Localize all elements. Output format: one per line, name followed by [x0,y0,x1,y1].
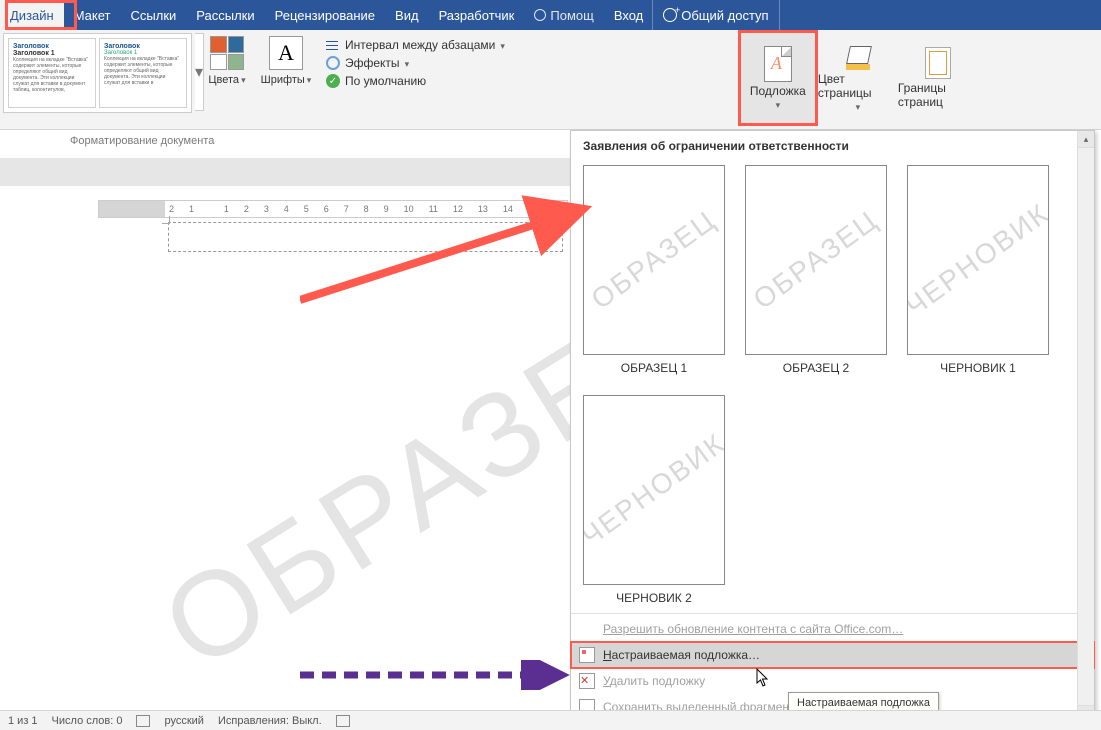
macro-icon[interactable] [336,715,350,727]
status-word-count[interactable]: Число слов: 0 [52,715,123,727]
ribbon: Заголовок Заголовок 1 Коллекция на вклад… [0,30,1101,130]
spellcheck-icon[interactable] [136,715,150,727]
scroll-up[interactable]: ▴ [1078,131,1094,148]
panel-scrollbar[interactable]: ▴ ▾ [1077,131,1094,722]
tab-developer[interactable]: Разработчик [429,0,525,30]
watermark-preset-0[interactable]: ОБРАЗЕЦОБРАЗЕЦ 1 [583,165,725,375]
group-document-formatting: Заголовок Заголовок 1 Коллекция на вклад… [0,30,200,113]
watermark-preset-3[interactable]: ЧЕРНОВИКЧЕРНОВИК 2 [583,395,725,605]
status-language[interactable]: русский [164,715,203,727]
tab-view[interactable]: Вид [385,0,429,30]
tab-review[interactable]: Рецензирование [265,0,385,30]
tab-mailings[interactable]: Рассылки [186,0,264,30]
status-track-changes[interactable]: Исправления: Выкл. [218,715,322,727]
watermark-button[interactable]: A Подложка ▾ [738,30,818,126]
tab-design[interactable]: Дизайн [0,0,64,30]
set-default-button[interactable]: ✓По умолчанию [326,74,505,88]
tab-layout[interactable]: Макет [64,0,121,30]
paragraph-spacing-button[interactable]: Интервал между абзацами [326,38,505,52]
status-bar: 1 из 1 Число слов: 0 русский Исправления… [0,710,1101,730]
status-pages[interactable]: 1 из 1 [8,715,38,727]
group-label-format: Форматирование документа [70,135,214,147]
share-button[interactable]: Общий доступ [653,0,778,30]
bulb-icon [534,9,546,21]
paragraph-spacing-icon [326,39,340,51]
signin[interactable]: Вход [604,0,653,30]
tab-references[interactable]: Ссылки [121,0,187,30]
style-thumb-2[interactable]: Заголовок Заголовок 1 Коллекция на вклад… [99,38,187,108]
group-formatting-options: Интервал между абзацами Эффекты ✓По умол… [318,30,513,88]
watermark-gallery: ОБРАЗЕЦОБРАЗЕЦ 1ОБРАЗЕЦОБРАЗЕЦ 2ЧЕРНОВИК… [571,161,1094,613]
menu-custom-watermark[interactable]: Настраиваемая подложка… [571,642,1094,668]
style-set-gallery[interactable]: Заголовок Заголовок 1 Коллекция на вклад… [3,33,192,113]
colors-button[interactable]: Цвета [200,30,254,86]
page-color-icon [846,44,870,70]
menu-allow-update: Разрешить обновление контента с сайта Of… [571,616,1094,642]
watermark-icon: A [764,46,792,82]
page-icon [579,647,595,663]
effects-button[interactable]: Эффекты [326,56,505,70]
tell-me[interactable]: Помощ [524,0,603,30]
check-icon: ✓ [326,74,340,88]
effects-icon [326,56,340,70]
page-borders-icon [925,47,951,79]
style-thumb-1[interactable]: Заголовок Заголовок 1 Коллекция на вклад… [8,38,96,108]
watermark-preset-2[interactable]: ЧЕРНОВИКЧЕРНОВИК 1 [907,165,1049,375]
fonts-button[interactable]: А Шрифты [254,30,318,86]
menu-remove-watermark: Удалить подложку [571,668,1094,694]
share-icon [663,8,677,22]
fonts-icon: А [269,36,303,70]
doc-shade [0,158,570,186]
panel-header: Заявления об ограничении ответственности [571,131,1094,161]
ribbon-tabs: Дизайн Макет Ссылки Рассылки Рецензирова… [0,0,1101,30]
watermark-preset-1[interactable]: ОБРАЗЕЦОБРАЗЕЦ 2 [745,165,887,375]
page-header-region[interactable] [168,222,563,252]
remove-icon [579,673,595,689]
watermark-gallery-panel: Заявления об ограничении ответственности… [570,130,1095,723]
page-borders-button[interactable]: Границы страниц [898,30,978,126]
page-color-button[interactable]: Цвет страницы▾ [818,30,898,126]
colors-icon [210,36,244,70]
